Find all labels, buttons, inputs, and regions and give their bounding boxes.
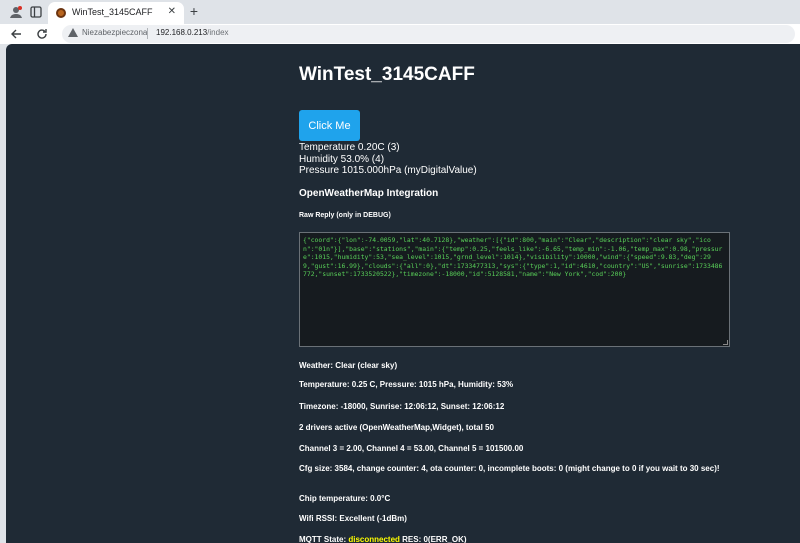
profile-icon[interactable] <box>8 4 24 20</box>
back-arrow-icon[interactable] <box>8 26 24 42</box>
raw-reply-text: {"coord":{"lon":-74.0059,"lat":40.7128},… <box>303 236 723 278</box>
resize-grip-icon[interactable] <box>723 340 728 345</box>
browser-tab-bar: WinTest_3145CAFF ✕ + <box>0 0 800 24</box>
chip-temperature-line: Chip temperature: 0.0°C <box>299 494 391 503</box>
sensor-humidity: Humidity 53.0% (4) <box>299 154 385 165</box>
tab-active[interactable]: WinTest_3145CAFF ✕ <box>48 2 184 24</box>
mqtt-state-line: MQTT State: disconnected RES: 0(ERR_OK) <box>299 534 769 543</box>
tab-actions-icon[interactable] <box>28 4 44 20</box>
raw-reply-label: Raw Reply (only in DEBUG) <box>299 212 391 219</box>
drivers-line: 2 drivers active (OpenWeatherMap,Widget)… <box>299 423 494 432</box>
raw-reply-textarea[interactable]: {"coord":{"lon":-74.0059,"lat":40.7128},… <box>299 232 730 347</box>
close-tab-icon[interactable]: ✕ <box>168 6 176 17</box>
mqtt-prefix: MQTT State: <box>299 535 349 543</box>
mqtt-state-value: disconnected <box>348 535 400 543</box>
favicon-icon <box>56 8 66 18</box>
tab-title: WinTest_3145CAFF <box>72 7 153 17</box>
weather-line: Weather: Clear (clear sky) <box>299 361 398 370</box>
new-tab-icon[interactable]: + <box>186 3 202 19</box>
temperature-line: Temperature: 0.25 C, Pressure: 1015 hPa,… <box>299 380 514 389</box>
section-title: OpenWeatherMap Integration <box>299 188 439 199</box>
mqtt-suffix: RES: 0(ERR_OK) <box>399 535 467 543</box>
cfg-line: Cfg size: 3584, change counter: 4, ota c… <box>299 464 720 473</box>
timezone-line: Timezone: -18000, Sunrise: 12:06:12, Sun… <box>299 402 505 411</box>
page-viewport: WinTest_3145CAFF Click Me Temperature 0.… <box>6 44 800 543</box>
browser-nav-bar: Niezabezpieczona 192.168.0.213/index <box>0 24 800 44</box>
page-title: WinTest_3145CAFF <box>299 64 475 85</box>
channels-line: Channel 3 = 2.00, Channel 4 = 53.00, Cha… <box>299 444 524 453</box>
security-label[interactable]: Niezabezpieczona <box>82 28 147 37</box>
reload-icon[interactable] <box>34 26 50 42</box>
wifi-rssi-line: Wifi RSSI: Excellent (-1dBm) <box>299 514 407 523</box>
url-path: /index <box>207 28 229 37</box>
address-bar[interactable]: Niezabezpieczona 192.168.0.213/index <box>62 25 795 43</box>
sensor-pressure: Pressure 1015.000hPa (myDigitalValue) <box>299 165 477 176</box>
click-me-button[interactable]: Click Me <box>299 110 360 141</box>
url-host: 192.168.0.213 <box>156 28 208 37</box>
sensor-temperature: Temperature 0.20C (3) <box>299 142 400 153</box>
not-secure-warning-icon[interactable] <box>68 28 78 37</box>
url-text[interactable]: 192.168.0.213/index <box>156 28 229 37</box>
url-divider <box>147 28 148 39</box>
